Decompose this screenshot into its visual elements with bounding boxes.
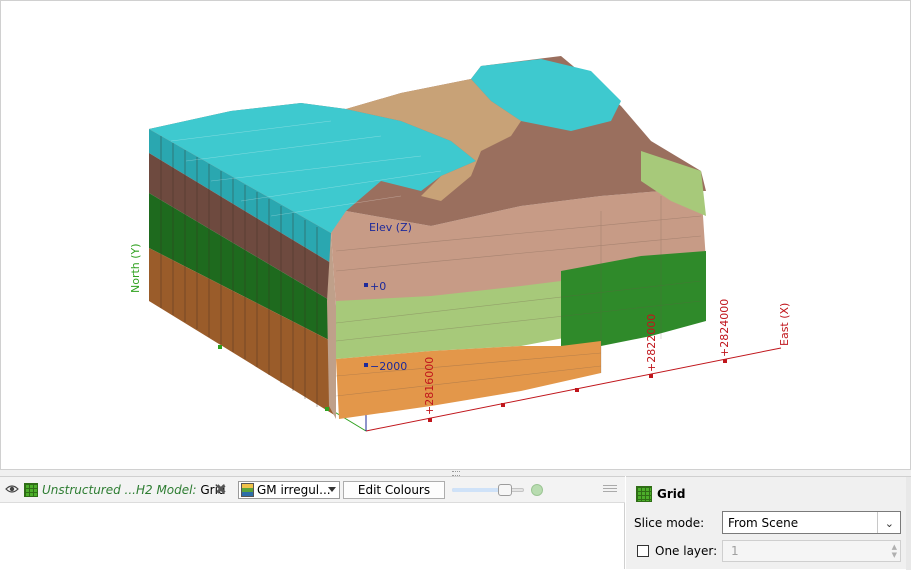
panel-scrollbar[interactable] xyxy=(906,477,911,570)
spin-arrows-icon: ▲ ▼ xyxy=(891,543,897,559)
status-indicator-icon xyxy=(531,484,543,496)
geological-block-model[interactable]: Elev (Z) +0 −2000 North (Y) East (X) +28… xyxy=(1,1,911,470)
chevron-down-icon xyxy=(328,487,336,492)
opacity-slider[interactable] xyxy=(452,484,524,496)
x-tick-2: +2824000 xyxy=(718,299,731,357)
colour-scheme-value: GM irregul... xyxy=(257,483,331,497)
one-layer-checkbox[interactable] xyxy=(637,545,649,557)
x-tick-1: +2822000 xyxy=(645,314,658,372)
chevron-down-icon: ⌄ xyxy=(884,517,894,530)
elevation-axis-label: Elev (Z) xyxy=(369,221,412,234)
colour-swatch-icon xyxy=(241,483,254,497)
edit-colours-button[interactable]: Edit Colours xyxy=(343,481,445,499)
x-tick-0: +2816000 xyxy=(423,357,436,415)
layer-toolbar: Unstructured ...H2 Model: Grid ✖ GM irre… xyxy=(0,477,625,503)
one-layer-label: One layer: xyxy=(655,544,718,558)
grid-model-icon xyxy=(24,483,38,497)
shape-list-panel: Unstructured ...H2 Model: Grid ✖ GM irre… xyxy=(0,476,625,569)
properties-title: Grid xyxy=(657,487,686,501)
properties-panel: Grid Slice mode: From Scene ⌄ One layer:… xyxy=(626,476,911,570)
colour-scheme-select[interactable]: GM irregul... xyxy=(238,481,340,499)
layer-model-name: Unstructured ...H2 Model: xyxy=(42,483,197,497)
opacity-slider-thumb[interactable] xyxy=(498,484,512,496)
z-tick-0: +0 xyxy=(370,280,386,293)
3d-scene-viewport[interactable]: Elev (Z) +0 −2000 North (Y) East (X) +28… xyxy=(0,0,911,470)
slice-mode-label: Slice mode: xyxy=(634,516,705,530)
slice-mode-value: From Scene xyxy=(728,516,799,530)
z-tick-1: −2000 xyxy=(370,360,407,373)
one-layer-spinbox: 1 ▲ ▼ xyxy=(722,540,901,562)
tools-icon[interactable]: ✖ xyxy=(215,483,227,497)
slice-mode-select[interactable]: From Scene ⌄ xyxy=(722,511,901,534)
list-options-icon[interactable] xyxy=(603,483,617,496)
layer-name[interactable]: Unstructured ...H2 Model: Grid xyxy=(42,483,226,497)
grid-model-icon xyxy=(636,486,652,502)
north-axis-label: North (Y) xyxy=(129,243,142,293)
one-layer-value: 1 xyxy=(731,544,739,558)
select-separator xyxy=(877,512,878,533)
east-axis-label: East (X) xyxy=(778,303,791,346)
eye-icon[interactable] xyxy=(5,483,19,495)
